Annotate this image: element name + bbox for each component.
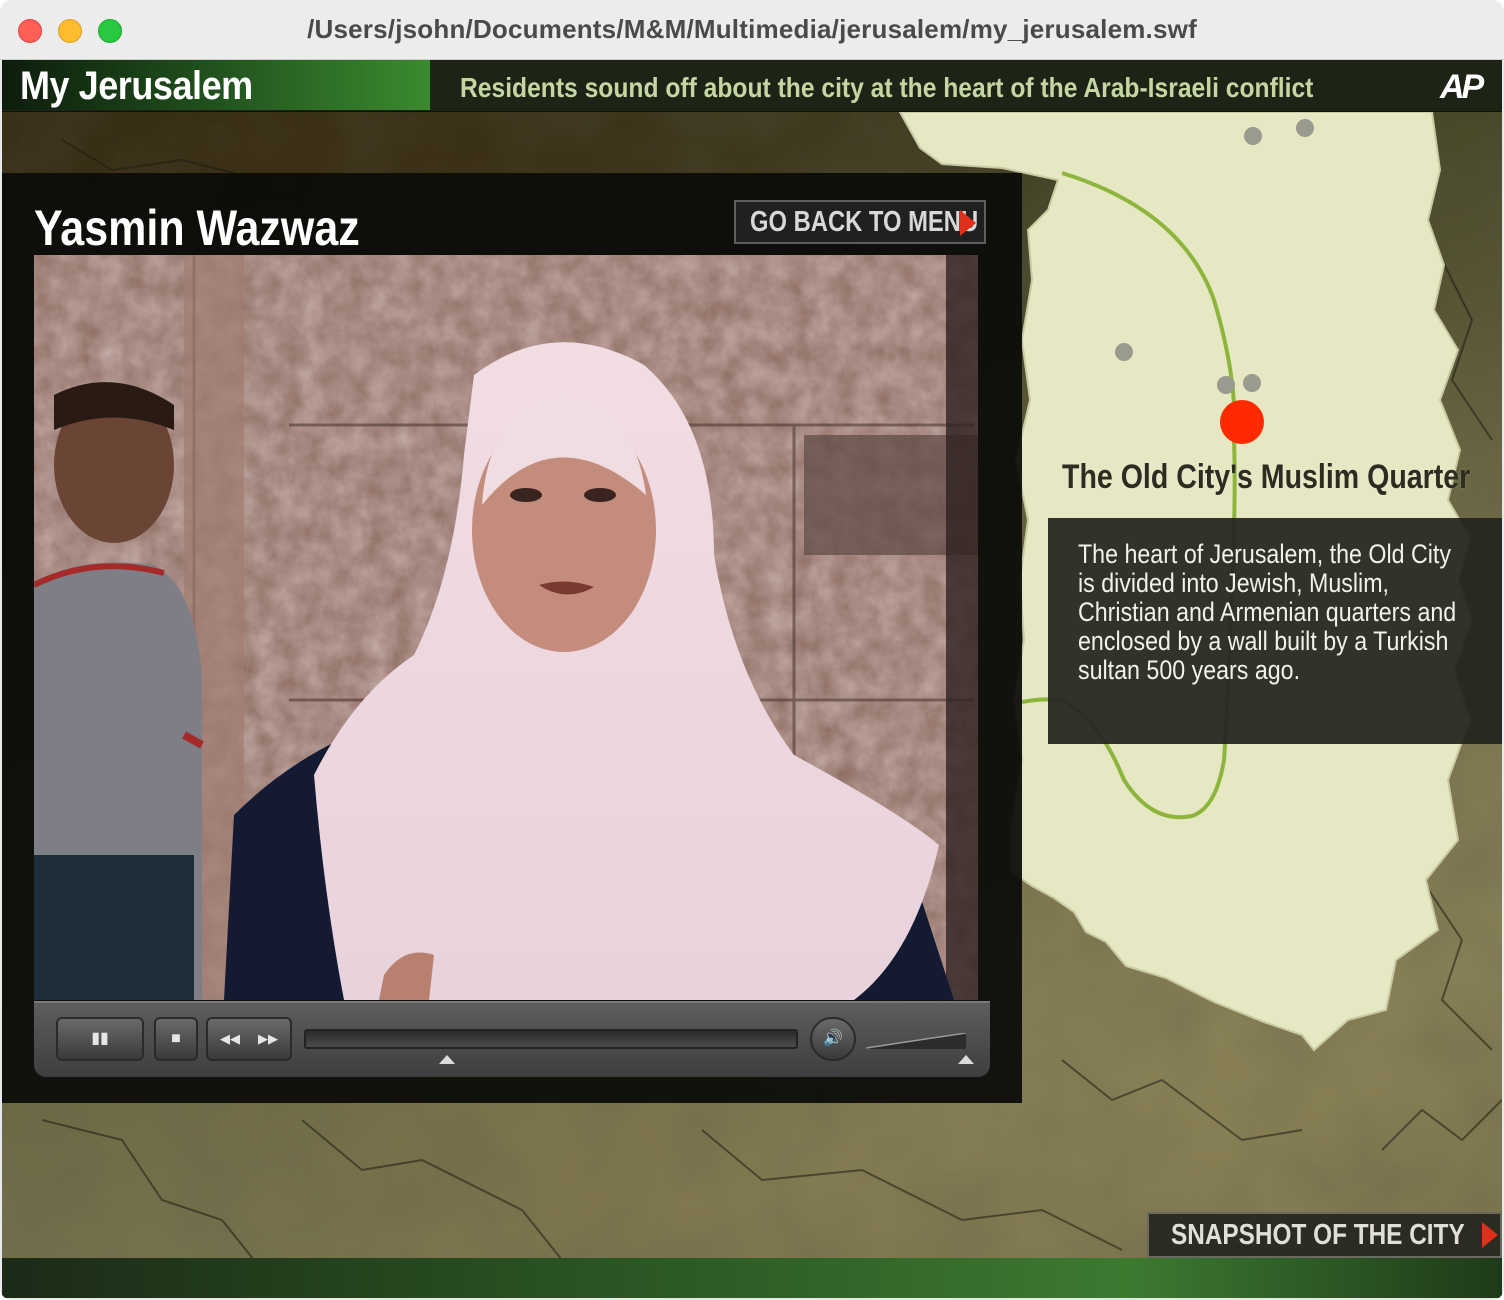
fast-forward-icon[interactable]: ▶▶ — [249, 1019, 287, 1059]
video-image — [34, 255, 978, 1000]
header-tagline: Residents sound off about the city at th… — [460, 72, 1314, 103]
video-controls: ▮▮ ■ ◀◀ ▶▶ 🔊 — [34, 1001, 990, 1077]
video-frame[interactable] — [34, 255, 978, 1000]
volume-thumb[interactable] — [958, 1055, 974, 1064]
header-bar: My Jerusalem Residents sound off about t… — [2, 60, 1502, 112]
window-title: /Users/jsohn/Documents/M&M/Multimedia/je… — [307, 14, 1197, 44]
snapshot-of-the-city-button[interactable]: SNAPSHOT OF THE CITY — [1147, 1212, 1502, 1258]
map-point[interactable] — [1217, 376, 1235, 394]
footer-bar — [2, 1258, 1502, 1298]
title-bar: /Users/jsohn/Documents/M&M/Multimedia/je… — [0, 0, 1504, 60]
map-point[interactable] — [1115, 343, 1133, 361]
seek-bar[interactable] — [304, 1029, 798, 1049]
pause-button[interactable]: ▮▮ — [56, 1017, 144, 1061]
brand-title: My Jerusalem — [20, 64, 253, 108]
map-point[interactable] — [1296, 119, 1314, 137]
arrow-right-icon — [1482, 1222, 1498, 1248]
location-description: The heart of Jerusalem, the Old City is … — [1078, 539, 1457, 685]
go-back-to-menu-button[interactable]: GO BACK TO MENU — [734, 200, 986, 244]
wall-shadow — [946, 255, 978, 1000]
ap-logo: AP — [1440, 68, 1484, 106]
seek-buttons: ◀◀ ▶▶ — [206, 1017, 292, 1061]
brand-block: My Jerusalem — [2, 60, 430, 110]
volume-slider[interactable] — [866, 1033, 966, 1049]
speaker-icon: 🔊 — [823, 1030, 843, 1047]
mute-button[interactable]: 🔊 — [810, 1017, 856, 1061]
location-info-box: The heart of Jerusalem, the Old City is … — [1048, 518, 1502, 744]
flash-stage: My Jerusalem Residents sound off about t… — [2, 60, 1502, 1298]
interviewee-name: Yasmin Wazwaz — [34, 200, 360, 256]
go-back-label: GO BACK TO MENU — [750, 206, 979, 238]
playhead[interactable] — [439, 1055, 456, 1064]
map-point[interactable] — [1244, 127, 1262, 145]
arrow-right-icon — [960, 210, 976, 236]
app-window: /Users/jsohn/Documents/M&M/Multimedia/je… — [0, 0, 1504, 1300]
pause-icon: ▮▮ — [91, 1030, 109, 1047]
location-title: The Old City's Muslim Quarter — [1062, 458, 1471, 496]
snapshot-label: SNAPSHOT OF THE CITY — [1171, 1219, 1465, 1251]
video-panel: Yasmin Wazwaz GO BACK TO MENU ▮▮ ■ ◀◀ ▶▶… — [2, 173, 1022, 1103]
location-marker[interactable] — [1220, 400, 1264, 444]
map-point[interactable] — [1243, 374, 1261, 392]
rewind-icon[interactable]: ◀◀ — [211, 1019, 249, 1059]
stop-button[interactable]: ■ — [154, 1017, 198, 1061]
stop-icon: ■ — [171, 1030, 181, 1047]
